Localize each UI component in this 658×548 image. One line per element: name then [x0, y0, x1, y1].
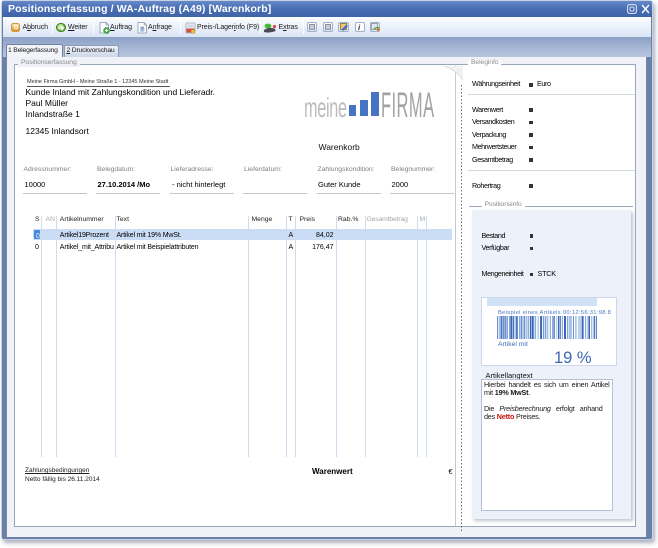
svg-text:?: ? — [140, 27, 143, 33]
